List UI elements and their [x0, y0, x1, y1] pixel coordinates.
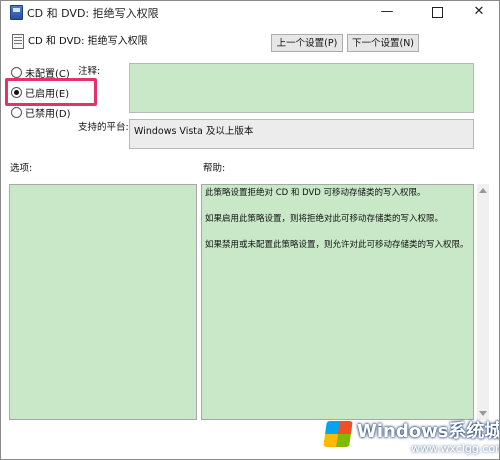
supported-on-field: Windows Vista 及以上版本	[129, 119, 474, 149]
minimize-button[interactable]: —	[365, 1, 409, 23]
options-label: 选项:	[10, 163, 33, 174]
radio-label-disabled: 已禁用(D)	[25, 109, 71, 120]
help-paragraph: 如果禁用或未配置此策略设置，则允许对此可移动存储类的写入权限。	[205, 240, 469, 250]
radio-circle-icon	[11, 67, 22, 78]
help-paragraph: 如果启用此策略设置，则将拒绝对此可移动存储类的写入权限。	[205, 214, 444, 224]
enabled-highlight-annotation	[5, 78, 97, 106]
site-watermark: Windows系统城 www.wxclgg.com	[319, 415, 500, 459]
help-paragraph: 此策略设置拒绝对 CD 和 DVD 可移动存储类的写入权限。	[205, 188, 426, 198]
watermark-title: Windows系统城	[357, 421, 500, 442]
close-button[interactable]: ✕	[457, 1, 499, 23]
comment-textarea[interactable]	[129, 63, 474, 113]
policy-name-heading: CD 和 DVD: 拒绝写入权限	[28, 36, 148, 47]
scroll-up-icon[interactable]	[479, 188, 487, 193]
next-setting-button[interactable]: 下一个设置(N)	[347, 34, 419, 52]
help-label: 帮助:	[203, 163, 226, 174]
maximize-button[interactable]	[415, 1, 459, 23]
comment-label: 注释:	[78, 66, 101, 77]
options-panel	[9, 184, 197, 420]
window-title: CD 和 DVD: 拒绝写入权限	[27, 7, 159, 20]
previous-setting-button[interactable]: 上一个设置(P)	[271, 34, 343, 52]
radio-disabled[interactable]: 已禁用(D)	[11, 105, 71, 120]
group-policy-app-icon	[10, 5, 23, 20]
watermark-url: www.wxclgg.com	[411, 442, 500, 455]
title-bar[interactable]: CD 和 DVD: 拒绝写入权限 — ✕	[1, 1, 499, 23]
radio-circle-icon	[11, 107, 22, 118]
windows-logo-icon	[323, 421, 353, 447]
help-scrollbar[interactable]	[477, 184, 489, 420]
maximize-icon	[431, 7, 443, 18]
supported-on-label: 支持的平台:	[78, 122, 129, 133]
policy-editor-window: CD 和 DVD: 拒绝写入权限 — ✕ CD 和 DVD: 拒绝写入权限 上一…	[0, 0, 500, 460]
policy-setting-icon	[12, 34, 24, 49]
help-panel: 此策略设置拒绝对 CD 和 DVD 可移动存储类的写入权限。 如果启用此策略设置…	[201, 184, 474, 420]
